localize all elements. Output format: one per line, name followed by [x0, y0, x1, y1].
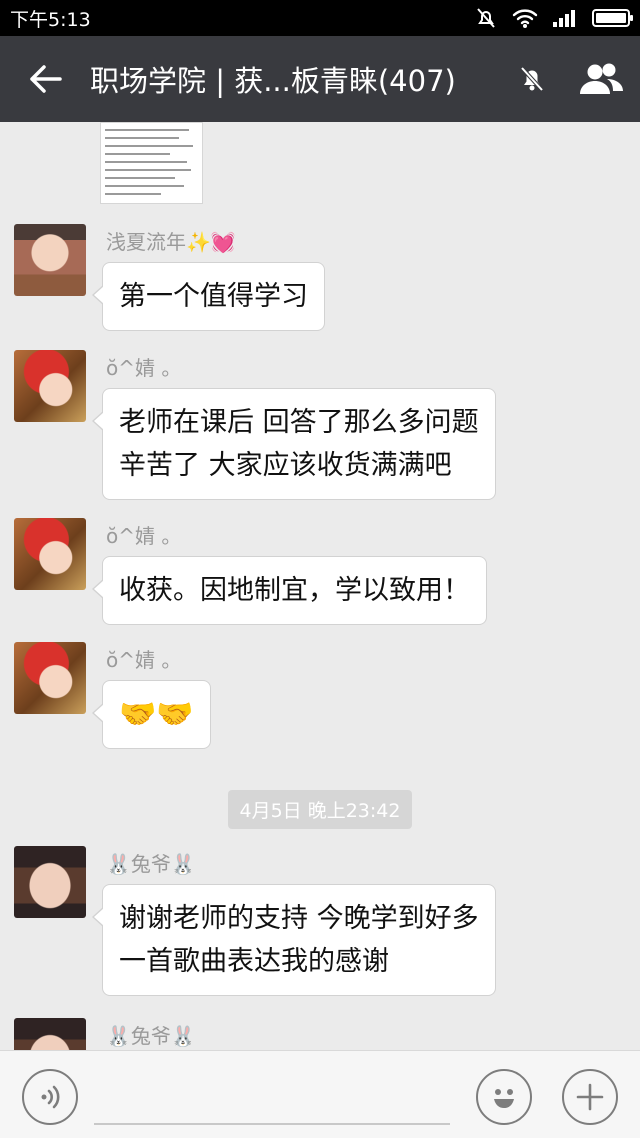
avatar[interactable]: [14, 1018, 86, 1050]
emoji-button[interactable]: [476, 1069, 532, 1125]
avatar[interactable]: [14, 518, 86, 590]
avatar[interactable]: [14, 846, 86, 918]
message-input[interactable]: [94, 1071, 450, 1125]
message-text-line: 辛苦了 大家应该收货满满吧: [119, 450, 452, 481]
battery-icon: [592, 9, 633, 27]
message-text-line: 老师在课后 回答了那么多问题: [119, 407, 479, 438]
message-text-line: 一首歌曲表达我的感谢: [119, 946, 389, 977]
chat-header: 职场学院 | 获...板青睐(407): [0, 36, 640, 122]
sender-name: ŏ^婧 。: [106, 524, 182, 548]
status-icons: [474, 6, 633, 30]
message-bubble[interactable]: 谢谢老师的支持 今晚学到好多 一首歌曲表达我的感谢: [92, 884, 496, 996]
sender-name: ŏ^婧 。: [106, 648, 182, 672]
plus-icon: [576, 1083, 604, 1111]
handshake-emoji: 🤝🤝: [119, 697, 194, 732]
alarm-off-icon: [477, 8, 495, 28]
timestamp-divider: 4月5日 晚上23:42: [0, 790, 640, 829]
message-text-line: 谢谢老师的支持 今晚学到好多: [119, 903, 479, 934]
chat-members-button[interactable]: [562, 36, 640, 122]
message-bubble[interactable]: 🤝🤝: [92, 680, 211, 749]
emoji-icon: [494, 1089, 514, 1108]
avatar[interactable]: [14, 224, 86, 296]
status-time: 下午5:13: [10, 8, 91, 31]
avatar[interactable]: [14, 642, 86, 714]
sender-name: ŏ^婧 。: [106, 356, 182, 380]
sender-name: 浅夏流年✨💓: [106, 230, 236, 254]
sender-name: 🐰兔爷🐰: [106, 1024, 196, 1048]
message-bubble[interactable]: 第一个值得学习: [92, 262, 325, 331]
message-text-line: 第一个值得学习: [119, 281, 308, 312]
shared-document-thumbnail[interactable]: [100, 122, 203, 204]
message-list[interactable]: 浅夏流年✨💓 第一个值得学习 ŏ^婧 。 老师在课后 回答了那么多问题 辛苦了 …: [0, 122, 640, 1050]
signal-icon: [553, 10, 575, 27]
members-icon: [580, 63, 623, 94]
chat-input-bar: [0, 1050, 640, 1138]
back-arrow-icon: [30, 65, 62, 93]
status-bar: 下午5:13: [0, 0, 640, 36]
mute-bell-icon: [520, 66, 544, 92]
chat-title: 职场学院 | 获...板青睐(407): [90, 64, 456, 98]
timestamp-label: 4月5日 晚上23:42: [227, 790, 413, 829]
avatar[interactable]: [14, 350, 86, 422]
voice-input-button[interactable]: [22, 1069, 78, 1125]
wifi-icon: [512, 9, 538, 28]
more-options-button[interactable]: [562, 1069, 618, 1125]
sender-name: 🐰兔爷🐰: [106, 852, 196, 876]
message-bubble[interactable]: 收获。因地制宜，学以致用！: [92, 556, 487, 625]
mute-indicator: [502, 36, 562, 122]
voice-icon: [41, 1085, 60, 1109]
message-text-line: 收获。因地制宜，学以致用！: [119, 575, 470, 606]
message-bubble[interactable]: 老师在课后 回答了那么多问题 辛苦了 大家应该收货满满吧: [92, 388, 496, 500]
back-button[interactable]: [0, 36, 90, 122]
